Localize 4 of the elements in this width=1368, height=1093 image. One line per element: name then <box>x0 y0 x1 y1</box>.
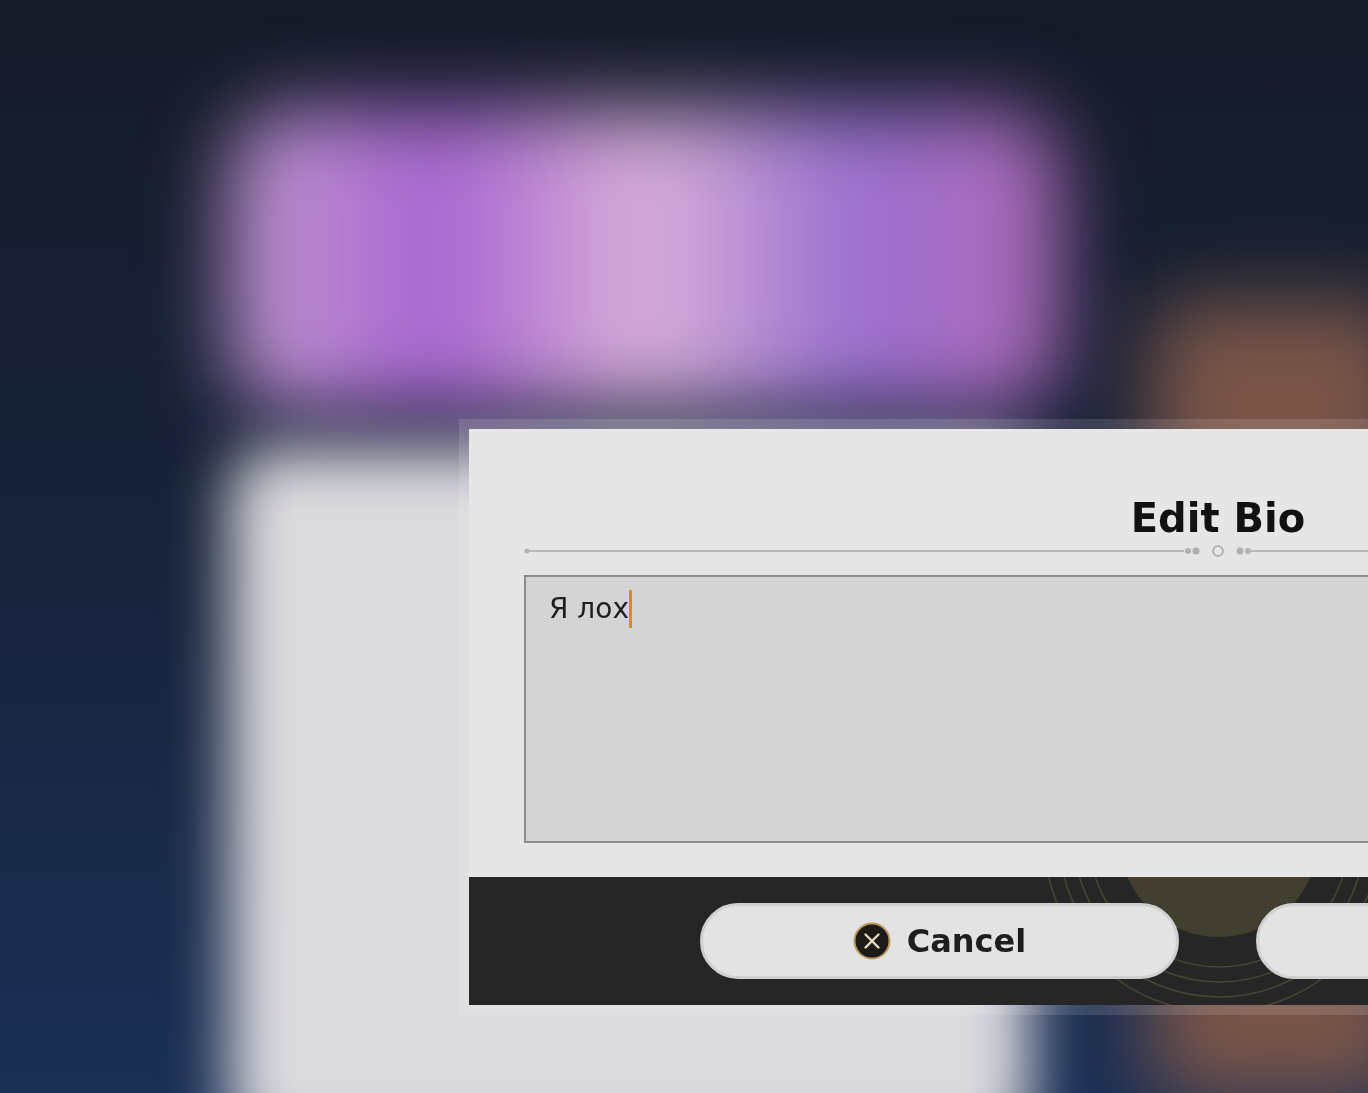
cancel-button[interactable]: Cancel <box>700 903 1179 979</box>
dialog-title: Edit Bio <box>1130 498 1306 538</box>
bio-text-field[interactable]: Я лох <box>524 575 1368 843</box>
close-icon <box>852 922 891 960</box>
